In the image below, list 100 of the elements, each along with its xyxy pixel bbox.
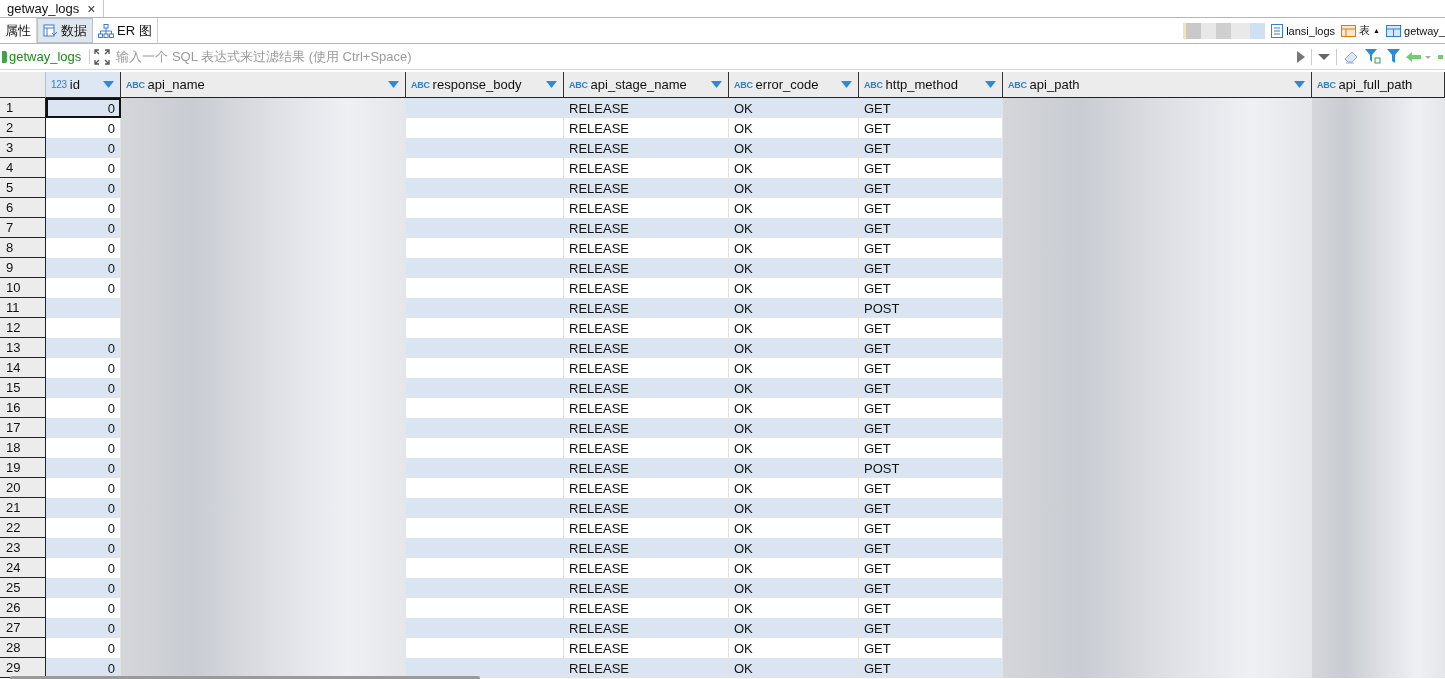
row-number[interactable]: 21 (0, 498, 46, 518)
column-header[interactable]: ABC api_stage_name (564, 72, 729, 98)
row-number[interactable]: 2 (0, 118, 46, 138)
row-number[interactable]: 5 (0, 178, 46, 198)
row-number[interactable]: 11 (0, 298, 46, 318)
filter-icon[interactable] (1387, 49, 1400, 64)
table-cell: RELEASE (564, 298, 729, 318)
table-cell[interactable]: 0 (46, 498, 121, 518)
table-cell[interactable]: 0 (46, 538, 121, 558)
table-cell[interactable]: 0 (46, 658, 121, 678)
table-cell: GET (859, 178, 1003, 198)
table-name-label[interactable]: getway_logs (0, 49, 91, 64)
table-cell: POST (859, 458, 1003, 478)
row-number[interactable]: 28 (0, 638, 46, 658)
table-cell[interactable]: 0 (46, 578, 121, 598)
table-cell: RELEASE (564, 498, 729, 518)
table-cell: OK (729, 298, 859, 318)
table-cell: GET (859, 218, 1003, 238)
column-header[interactable]: ABC response_body (406, 72, 564, 98)
row-number[interactable]: 22 (0, 518, 46, 538)
row-number[interactable]: 14 (0, 358, 46, 378)
table-cell: OK (729, 138, 859, 158)
row-number[interactable]: 20 (0, 478, 46, 498)
table-cell: GET (859, 258, 1003, 278)
row-number[interactable]: 7 (0, 218, 46, 238)
row-number[interactable]: 24 (0, 558, 46, 578)
row-number[interactable]: 23 (0, 538, 46, 558)
play-icon[interactable] (1297, 50, 1305, 63)
table-cell: OK (729, 538, 859, 558)
table-cell: OK (729, 218, 859, 238)
row-number[interactable]: 8 (0, 238, 46, 258)
row-number[interactable]: 29 (0, 658, 46, 678)
table-cell: OK (729, 378, 859, 398)
row-number[interactable]: 13 (0, 338, 46, 358)
table-cell: OK (729, 498, 859, 518)
table-cell: RELEASE (564, 378, 729, 398)
table-cell: RELEASE (564, 218, 729, 238)
dropdown-arrow-icon[interactable] (1294, 81, 1305, 88)
dropdown-arrow-icon[interactable] (985, 81, 996, 88)
table-cell: OK (729, 458, 859, 478)
table-cell[interactable]: 0 (46, 258, 121, 278)
table-cell[interactable]: 0 (46, 378, 121, 398)
row-number[interactable]: 1 (0, 98, 46, 118)
column-header[interactable]: ABC api_name (121, 72, 406, 98)
row-number[interactable]: 12 (0, 318, 46, 338)
dropdown-arrow-icon[interactable] (711, 81, 722, 88)
table-cell: GET (859, 498, 1003, 518)
row-number[interactable]: 27 (0, 618, 46, 638)
table-cell: GET (859, 98, 1003, 118)
row-number[interactable]: 25 (0, 578, 46, 598)
table-cell: RELEASE (564, 418, 729, 438)
table-icon (1341, 24, 1357, 37)
row-number[interactable]: 16 (0, 398, 46, 418)
table-cell[interactable]: 0 (46, 338, 121, 358)
scrollbar[interactable] (10, 676, 480, 679)
row-number[interactable]: 3 (0, 138, 46, 158)
row-number[interactable]: 26 (0, 598, 46, 618)
table-cell: RELEASE (564, 618, 729, 638)
dropdown-arrow-icon[interactable] (103, 81, 114, 88)
row-number[interactable]: 18 (0, 438, 46, 458)
dropdown-arrow-icon[interactable] (388, 81, 399, 88)
table-cell[interactable]: 0 (46, 178, 121, 198)
table-cell: RELEASE (564, 98, 729, 118)
table-cell[interactable]: 0 (46, 138, 121, 158)
expand-icon[interactable] (94, 48, 111, 65)
column-header[interactable]: 123 id (46, 72, 121, 98)
table-cell[interactable]: 0 (46, 618, 121, 638)
row-number[interactable]: 4 (0, 158, 46, 178)
table-cell: RELEASE (564, 258, 729, 278)
eraser-icon[interactable] (1343, 49, 1359, 64)
corner-cell[interactable] (0, 72, 46, 98)
table-cell: OK (729, 658, 859, 678)
table-cell[interactable]: 0 (46, 98, 121, 118)
document-icon (1271, 23, 1284, 38)
table-icon (1386, 24, 1401, 37)
table-cell[interactable]: 0 (46, 218, 121, 238)
dropdown-arrow-icon[interactable] (546, 81, 557, 88)
breadcrumb-item[interactable]: lansi_logs (1271, 23, 1336, 38)
row-number[interactable]: 6 (0, 198, 46, 218)
row-number[interactable]: 17 (0, 418, 46, 438)
close-icon[interactable]: × (87, 0, 96, 17)
row-number[interactable]: 15 (0, 378, 46, 398)
dropdown-icon[interactable] (1318, 52, 1330, 61)
breadcrumb-item[interactable]: getway_ (1386, 24, 1445, 37)
row-number[interactable]: 10 (0, 278, 46, 298)
back-arrow-icon[interactable] (1406, 51, 1432, 62)
view-tab[interactable]: ER 图 (93, 18, 158, 43)
row-number[interactable]: 19 (0, 458, 46, 478)
dropdown-arrow-icon[interactable] (841, 81, 852, 88)
view-tab[interactable]: 数据 (37, 18, 93, 43)
table-cell: RELEASE (564, 178, 729, 198)
row-number[interactable]: 9 (0, 258, 46, 278)
table-cell[interactable]: 0 (46, 458, 121, 478)
column-header[interactable]: ABC error_code (729, 72, 859, 98)
column-header[interactable]: ABC http_method (859, 72, 1003, 98)
column-header[interactable]: ABC api_path (1003, 72, 1312, 98)
filter-add-icon[interactable] (1365, 49, 1381, 64)
table-cell[interactable]: 0 (46, 418, 121, 438)
table-cell: GET (859, 578, 1003, 598)
column-header[interactable]: ABC api_full_path (1312, 72, 1445, 98)
